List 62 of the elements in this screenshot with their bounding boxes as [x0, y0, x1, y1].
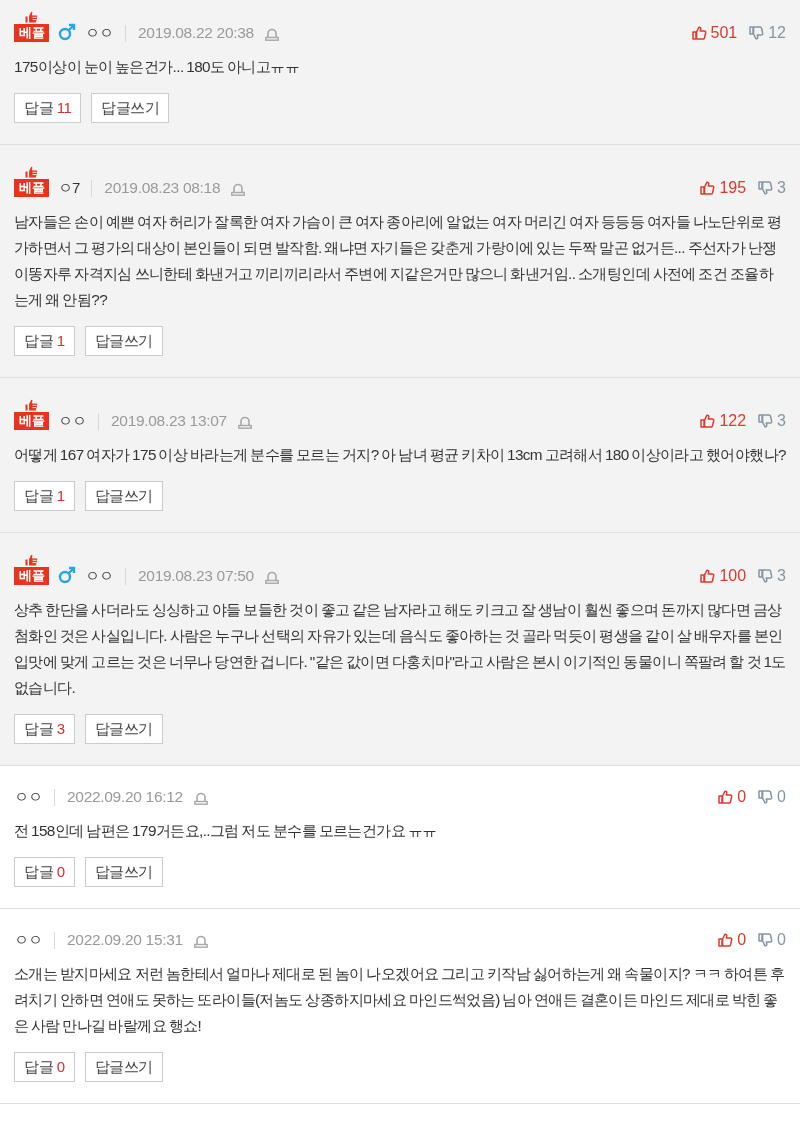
- write-reply-button[interactable]: 답글쓰기: [91, 93, 170, 123]
- thumbs-up-icon: [700, 181, 716, 195]
- reply-count-button[interactable]: 답글 0: [14, 1052, 75, 1082]
- thumbs-up-icon: [700, 414, 716, 428]
- reply-count-button[interactable]: 답글 3: [14, 714, 75, 744]
- siren-icon[interactable]: [192, 933, 209, 948]
- siren-icon[interactable]: [236, 414, 253, 429]
- thumbs-down-icon: [758, 790, 774, 804]
- nickname: ㅇㅇ: [85, 23, 113, 43]
- like-button[interactable]: 501: [691, 22, 738, 44]
- best-badge: 베플: [14, 179, 49, 197]
- comment-text: 어떻게 167 여자가 175 이상 바라는게 분수를 모르는 거지? 아 남녀 평균 키차이 13cm 고려해서 180 이상이라고 했어야했나?: [14, 445, 786, 465]
- reply-count-button[interactable]: 답글 11: [14, 93, 82, 123]
- reply-count-button[interactable]: 답글 1: [14, 481, 75, 511]
- like-button[interactable]: 0: [718, 929, 747, 951]
- thumbs-up-icon: [24, 165, 39, 179]
- like-button[interactable]: 195: [700, 177, 747, 199]
- write-reply-button[interactable]: 답글쓰기: [84, 857, 163, 887]
- comment-date: 2019.08.22 20:38: [138, 23, 254, 43]
- nickname: ㅇㅇ: [58, 411, 86, 431]
- thumbs-down-icon: [758, 569, 774, 583]
- best-badge: 베플: [14, 412, 49, 430]
- write-reply-button[interactable]: 답글쓰기: [84, 714, 163, 744]
- like-button[interactable]: 0: [718, 786, 747, 808]
- nickname: ㅇㅇ: [14, 930, 42, 950]
- comment-date: 2022.09.20 15:31: [67, 930, 183, 950]
- thumbs-down-icon: [749, 26, 765, 40]
- thumbs-up-icon: [24, 10, 39, 24]
- like-button[interactable]: 100: [700, 565, 747, 587]
- thumbs-up-icon: [691, 26, 707, 40]
- comment-date: 2019.08.23 07:50: [138, 566, 254, 586]
- nickname: ㅇ7: [58, 178, 80, 198]
- comment-date: 2019.08.23 08:18: [104, 178, 221, 198]
- best-badge: 베플: [14, 567, 49, 585]
- comment-date: 2019.08.23 13:07: [111, 411, 227, 431]
- comment-text: 175이상이 눈이 높은건가... 180도 아니고ㅠㅠ: [14, 57, 300, 77]
- comment-text: 전 158인데 남편은 179거든요,..그럼 저도 분수를 모르는건가요 ㅠㅠ: [14, 821, 438, 841]
- comment-text: 상추 한단을 사더라도 싱싱하고 야들 보들한 것이 좋고 같은 남자라고 해도 키크고 잘 생남이 훨씬 좋으며 돈까지 많다면 금상첨화인 것은 사실입니다. 사람은 누구나 선택의 자유가 있는데 음식도 좋아하는 것 골라 먹듯이 평생을 같이 살 배우자를 본인 입맛에 맞게 고르는 것은 너무나 당연한 겁니다. "같은 값이면 다홍치마"라고 사람은 본시 이기적인 동물이니 쪽팔려 할 것 1도 없습니다.: [14, 600, 786, 698]
- nickname: ㅇㅇ: [14, 787, 42, 807]
- siren-icon[interactable]: [192, 790, 209, 805]
- best-badge: 베플: [14, 24, 49, 42]
- reply-count-button[interactable]: 답글 0: [14, 857, 75, 887]
- write-reply-button[interactable]: 답글쓰기: [84, 326, 163, 356]
- thumbs-down-icon: [758, 181, 774, 195]
- comment-text: 소개는 받지마세요 저런 놈한테서 얼마나 제대로 된 놈이 나오겠어요 그리고 키작남 싫어하는게 왜 속물이지? ㅋㅋ 하여튼 후려치기 안하면 연애도 못하는 또라이들(저놈도 상종하지마세요 마인드썩었음) 님아 연애든 결혼이든 마인드 제대로 박힌 좋은 사람 만나길 바랄께요 행쇼!: [14, 964, 786, 1036]
- thumbs-down-icon: [758, 414, 774, 428]
- thumbs-down-icon: [758, 933, 774, 947]
- write-reply-button[interactable]: 답글쓰기: [84, 1052, 163, 1082]
- reply-count-button[interactable]: 답글 1: [14, 326, 75, 356]
- thumbs-up-icon: [700, 569, 716, 583]
- siren-icon[interactable]: [230, 181, 247, 196]
- write-reply-button[interactable]: 답글쓰기: [84, 481, 163, 511]
- comment-text: 남자들은 손이 예쁜 여자 허리가 잘록한 여자 가슴이 큰 여자 종아리에 알없는 여자 머리긴 여자 등등등 여자들 나노단위로 평가하면서 그 평가의 대상이 본인들이 되면 발작함. 왜냐면 자기들은 갖춘게 가랑이에 있는 두짝 말곤 없거든... 주선자가 난쟁이똥자루 자격지심 쓰니한테 화낸거고 끼리끼리라서 주변에 지같은거만 많으니 화낸거임.. 소개팅인데 사전에 조건 조율하는게 왜 안됨??: [14, 212, 783, 310]
- thumbs-up-icon: [718, 790, 734, 804]
- thumbs-up-icon: [24, 553, 39, 567]
- nickname: ㅇㅇ: [85, 566, 113, 586]
- thumbs-up-icon: [24, 398, 39, 412]
- like-button[interactable]: 122: [700, 410, 747, 432]
- siren-icon[interactable]: [263, 26, 280, 41]
- comment-date: 2022.09.20 16:12: [67, 787, 183, 807]
- siren-icon[interactable]: [263, 569, 280, 584]
- thumbs-up-icon: [718, 933, 734, 947]
